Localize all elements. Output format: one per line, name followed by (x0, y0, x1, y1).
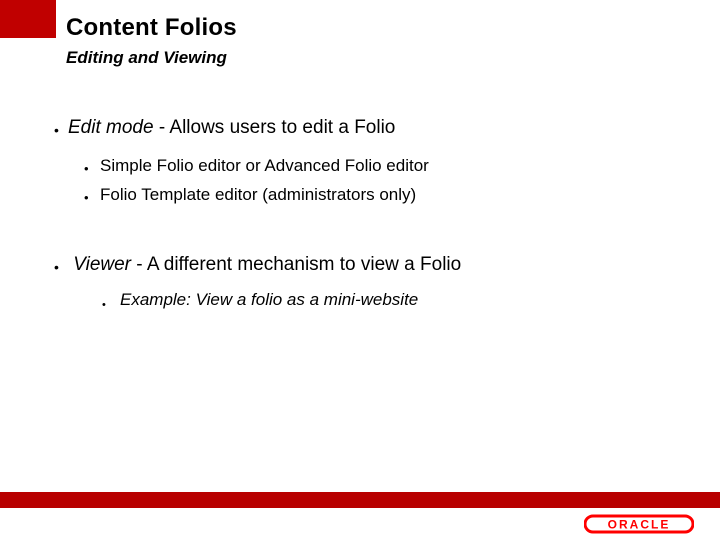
bullet-1-sep: - (154, 117, 170, 138)
page-subtitle: Editing and Viewing (66, 48, 227, 68)
content-area: • Edit mode - Allows users to edit a Fol… (54, 116, 664, 318)
bullet-2-sublist: • Example: View a folio as a mini-websit… (102, 289, 664, 312)
oracle-logo-text: ORACLE (608, 518, 671, 532)
bullet-dot-icon: • (54, 260, 68, 274)
bullet-2-text: Viewer - A different mechanism to view a… (68, 253, 461, 278)
bullet-1-lead: Edit mode (68, 117, 154, 138)
bullet-2: • Viewer - A different mechanism to view… (54, 253, 664, 278)
oracle-logo: ORACLE (584, 514, 694, 534)
list-item: • Folio Template editor (administrators … (84, 184, 664, 207)
list-item: • Simple Folio editor or Advanced Folio … (84, 155, 664, 178)
bullet-2-rest: A different mechanism to view a Folio (147, 254, 461, 275)
bullet-1-rest: Allows users to edit a Folio (169, 117, 395, 138)
bullet-2-lead: Viewer (73, 254, 131, 275)
sub-item-text: Example: View a folio as a mini-website (120, 289, 418, 312)
bullet-1-text: Edit mode - Allows users to edit a Folio (68, 116, 395, 141)
bullet-1: • Edit mode - Allows users to edit a Fol… (54, 116, 664, 141)
sub-item-text: Folio Template editor (administrators on… (100, 184, 416, 207)
footer-bar (0, 492, 720, 508)
bullet-dot-icon: • (84, 162, 100, 175)
accent-square (0, 0, 56, 38)
bullet-2-sep: - (131, 254, 147, 275)
bullet-dot-icon: • (102, 300, 120, 311)
list-item: • Example: View a folio as a mini-websit… (102, 289, 664, 312)
bullet-dot-icon: • (84, 191, 100, 204)
bullet-1-sublist: • Simple Folio editor or Advanced Folio … (84, 155, 664, 207)
page-title: Content Folios (66, 14, 237, 42)
slide: Content Folios Editing and Viewing • Edi… (0, 0, 720, 540)
sub-item-text: Simple Folio editor or Advanced Folio ed… (100, 155, 429, 178)
bullet-dot-icon: • (54, 123, 68, 137)
